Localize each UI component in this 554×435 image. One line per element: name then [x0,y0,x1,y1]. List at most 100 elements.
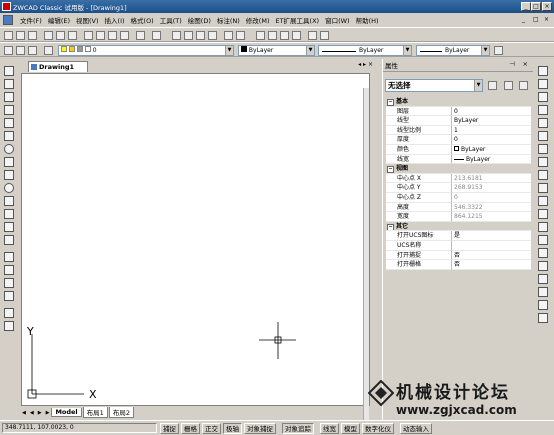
document-close-button[interactable]: × [368,61,373,68]
tab-scroll-right-button[interactable]: ▸ [363,61,366,68]
ellipse-arc-icon[interactable] [4,196,14,206]
vertical-scrollbar[interactable] [363,88,369,421]
menu-file[interactable]: 文件(F) [17,15,45,25]
grid-button[interactable]: 栅格 [181,423,200,434]
print-preview-icon[interactable] [56,31,65,40]
property-row[interactable]: 宽度 864.1215 [386,212,531,222]
help-icon[interactable] [308,31,317,40]
menu-dimension[interactable]: 标注(N) [214,15,243,25]
menu-format[interactable]: 格式(O) [128,15,157,25]
new-file-icon[interactable] [4,31,13,40]
property-row[interactable]: 中心点 Y 268.9153 [386,183,531,193]
collapse-icon[interactable]: − [387,166,394,173]
menu-draw[interactable]: 绘图(D) [185,15,214,25]
polar-button[interactable]: 极轴 [223,423,242,434]
mdi-close-button[interactable]: × [544,16,549,23]
linetype-select[interactable]: ByLayer ▼ [318,45,412,56]
document-tab[interactable]: Drawing1 [28,61,88,72]
arc-icon[interactable] [4,131,14,141]
menu-tools[interactable]: 工具(T) [157,15,185,25]
redo-icon[interactable] [152,31,161,40]
named-views-icon[interactable] [224,31,233,40]
region-icon[interactable] [4,278,14,288]
line-tool-icon[interactable] [4,66,14,76]
property-row[interactable]: 线宽 ByLayer [386,154,531,165]
chevron-down-icon[interactable]: ▼ [481,46,489,55]
spline-icon[interactable] [4,170,14,180]
zoom-window-icon[interactable] [196,31,205,40]
copy-icon[interactable] [96,31,105,40]
mdi-restore-button[interactable]: □ [533,16,539,23]
property-row[interactable]: 颜色 ByLayer [386,144,531,155]
select-objects-icon[interactable] [504,81,513,90]
otrack-button[interactable]: 对象追踪 [282,423,314,434]
construction-line-icon[interactable] [4,79,14,89]
menu-modify[interactable]: 修改(M) [243,15,273,25]
scale-icon[interactable] [538,157,548,167]
quick-select-icon[interactable] [519,81,528,90]
app-logo-icon[interactable] [2,2,11,11]
minimize-button[interactable]: _ [521,2,531,11]
tab-model[interactable]: Model [51,408,82,417]
lineweight-select[interactable]: ByLayer ▼ [416,45,490,56]
zoom-realtime-icon[interactable] [184,31,193,40]
edit-spline-icon[interactable] [538,313,548,323]
3d-view-icon[interactable] [236,31,245,40]
open-folder-icon[interactable] [16,31,25,40]
category-view[interactable]: − 视图 [386,164,531,174]
save-icon[interactable] [28,31,37,40]
pan-icon[interactable] [172,31,181,40]
osnap-button[interactable]: 对象捕捉 [244,423,276,434]
publish-icon[interactable] [68,31,77,40]
dynamic-input-button[interactable]: 动态输入 [400,423,432,434]
join-icon[interactable] [538,235,548,245]
zoom-previous-icon[interactable] [208,31,217,40]
align-icon[interactable] [538,300,548,310]
lineweight-button[interactable]: 线宽 [320,423,339,434]
copy-object-icon[interactable] [538,79,548,89]
last-tab-button[interactable]: ▶ [44,410,52,416]
paste-icon[interactable] [108,31,117,40]
layer-previous-icon[interactable] [28,46,37,55]
property-row[interactable]: 中心点 X 213.6181 [386,173,531,184]
property-row[interactable]: 中心点 Z0 [386,192,531,203]
layer-state-icon[interactable] [16,46,25,55]
property-row[interactable]: 线型比例 1 [386,125,531,136]
menu-et-tools[interactable]: ET扩展工具(X) [272,15,322,25]
toggle-pickadd-icon[interactable] [488,81,497,90]
property-row[interactable]: 打开捕捉否 [386,250,531,261]
ortho-button[interactable]: 正交 [202,423,221,434]
pin-icon[interactable]: ⊣ [509,60,515,68]
cut-icon[interactable] [84,31,93,40]
calculator-icon[interactable] [292,31,301,40]
property-row[interactable]: 打开栅格否 [386,260,531,270]
move-icon[interactable] [538,131,548,141]
fillet-icon[interactable] [538,261,548,271]
chevron-down-icon[interactable]: ▼ [403,46,411,55]
tab-layout2[interactable]: 布局2 [108,407,134,418]
make-current-layer-icon[interactable] [44,46,53,55]
property-row[interactable]: 图层 0 [386,106,531,117]
rotate-icon[interactable] [538,144,548,154]
collapse-icon[interactable]: − [387,223,394,231]
close-icon[interactable]: × [523,60,528,68]
menu-help[interactable]: 帮助(H) [353,15,382,25]
match-properties-icon[interactable] [120,31,129,40]
prev-tab-button[interactable]: ◀ [28,410,36,416]
chamfer-icon[interactable] [538,248,548,258]
plot-style-icon[interactable] [494,46,503,55]
tablet-button[interactable]: 数字化仪 [362,423,394,434]
circle-icon[interactable] [4,144,14,154]
undo-icon[interactable] [136,31,145,40]
print-icon[interactable] [44,31,53,40]
insert-block-icon[interactable] [4,209,14,219]
next-tab-button[interactable]: ▶ [36,410,44,416]
selection-select[interactable]: 无选择 ▼ [385,79,483,92]
menu-edit[interactable]: 编辑(E) [45,15,73,25]
rectangle-icon[interactable] [4,118,14,128]
polyline-icon[interactable] [4,92,14,102]
mdi-minimize-button[interactable]: _ [522,16,525,23]
make-block-icon[interactable] [4,222,14,232]
trim-icon[interactable] [538,196,548,206]
erase-icon[interactable] [538,66,548,76]
